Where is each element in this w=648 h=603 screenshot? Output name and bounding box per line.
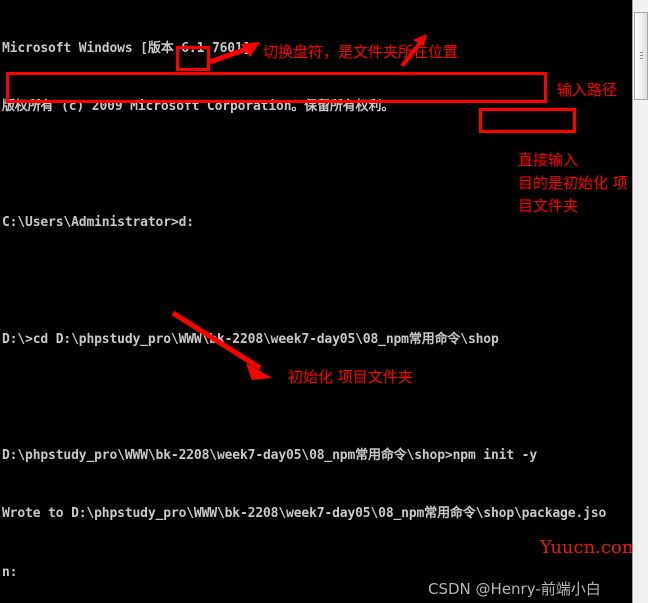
annotation-input-path: 输入路径 [557, 81, 618, 99]
console-line-wrote-to: Wrote to D:\phpstudy_pro\WWW\bk-2208\wee… [2, 506, 607, 522]
console-line-cd: D:\>cd D:\phpstudy_pro\WWW\bk-2208\week7… [2, 331, 499, 347]
annotation-direct-input-line1: 直接输入 [518, 151, 579, 169]
scrollbar-grip-icon [640, 52, 643, 61]
d-command-box [176, 46, 210, 71]
console-line-npm-init: D:\phpstudy_pro\WWW\bk-2208\week7-day05\… [2, 448, 538, 464]
vertical-scrollbar[interactable] [632, 0, 648, 603]
npm-init-box [479, 108, 576, 133]
cd-command-box [6, 72, 547, 103]
scrollbar-thumb[interactable] [634, 12, 648, 100]
annotation-direct-input-line3: 目文件夹 [518, 197, 579, 215]
annotation-switch-drive: 切换盘符，是文件夹所在位置 [263, 43, 459, 61]
annotation-init-project-folder: 初始化 项目文件夹 [288, 368, 413, 386]
cmd-window: Microsoft Windows [版本 6.1.7601] 版权所有 (c)… [0, 0, 648, 603]
annotation-direct-input-line2: 目的是初始化 项 [518, 174, 628, 192]
brand-watermark: Yuucn.com [540, 537, 639, 558]
csdn-watermark: CSDN @Henry-前端小白 [428, 580, 601, 598]
